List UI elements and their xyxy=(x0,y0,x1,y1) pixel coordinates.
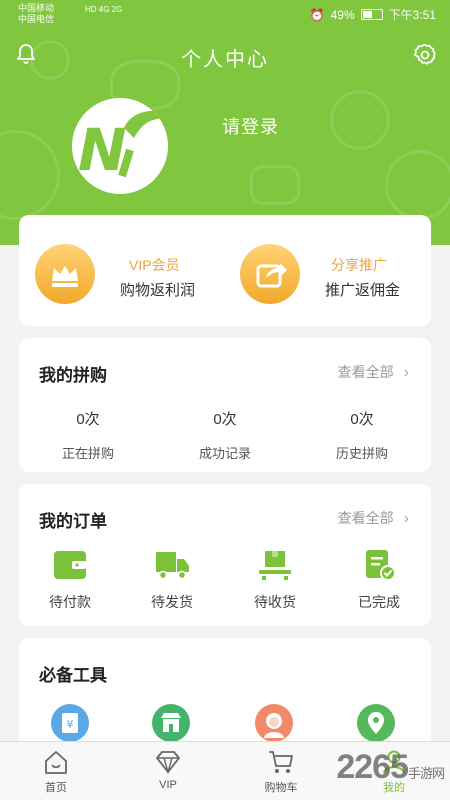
share-promote-title[interactable]: 分享推广 xyxy=(331,255,387,275)
tool-yen-card[interactable]: ¥ xyxy=(51,704,89,742)
tool-store[interactable] xyxy=(152,704,190,742)
battery-icon xyxy=(360,9,383,20)
tool-location[interactable] xyxy=(357,704,395,742)
tab-vip[interactable]: VIP xyxy=(128,748,208,791)
tab-home[interactable]: 首页 xyxy=(16,748,96,795)
vip-crown-button[interactable] xyxy=(35,244,95,304)
home-icon xyxy=(45,751,67,774)
order-completed[interactable]: 已完成 xyxy=(339,548,419,612)
share-promote-subtitle: 推广返佣金 xyxy=(325,282,401,299)
carrier-info: 中国移动 中国电信 xyxy=(18,3,54,25)
group-buy-card: 我的拼购 查看全部 › 0次 正在拼购 0次 成功记录 0次 历史拼购 xyxy=(19,338,431,472)
avatar[interactable]: N xyxy=(72,98,168,194)
orders-card: 我的订单 查看全部 › 待付款 待发货 待收货 已完成 xyxy=(19,484,431,626)
group-buy-title: 我的拼购 xyxy=(39,366,107,385)
title-bar: 个人中心 xyxy=(0,40,450,71)
share-icon xyxy=(256,263,287,288)
crown-icon xyxy=(52,266,78,287)
network-indicator: HD 4G 2G xyxy=(85,5,123,14)
yen-card-icon: ¥ xyxy=(62,713,78,733)
orders-title: 我的订单 xyxy=(39,512,107,531)
vip-card: VIP会员 购物返利润 分享推广 推广返佣金 xyxy=(19,215,431,326)
app-logo-icon: N xyxy=(78,110,168,184)
store-icon xyxy=(161,713,181,732)
vip-member-subtitle: 购物返利润 xyxy=(120,282,196,299)
location-pin-icon xyxy=(368,712,384,734)
order-pending-payment[interactable]: 待付款 xyxy=(30,548,110,612)
cart-icon xyxy=(269,751,293,773)
svg-text:¥: ¥ xyxy=(67,718,74,731)
site-watermark: 2265手游网 xyxy=(336,748,445,786)
service-avatar-icon xyxy=(264,713,284,738)
status-bar: 中国移动 中国电信 HD 4G 2G ⏰ 49% 下午3:51 xyxy=(0,0,450,28)
battery-percent: 49% xyxy=(330,7,355,22)
gear-icon[interactable] xyxy=(412,42,438,68)
group-buy-stat-history[interactable]: 0次 历史拼购 xyxy=(312,408,412,462)
order-pending-shipment[interactable]: 待发货 xyxy=(132,548,212,612)
tool-service[interactable] xyxy=(255,704,293,742)
tools-card: 必备工具 ¥ xyxy=(19,638,431,758)
group-buy-stat-success[interactable]: 0次 成功记录 xyxy=(175,408,275,462)
vip-member-title[interactable]: VIP会员 xyxy=(129,255,180,275)
diamond-icon xyxy=(156,751,180,775)
order-pending-receipt[interactable]: 待收货 xyxy=(235,548,315,612)
clock-time: 下午3:51 xyxy=(388,8,436,22)
login-link[interactable]: 请登录 xyxy=(222,113,279,139)
completed-icon xyxy=(366,550,396,581)
truck-icon xyxy=(156,552,189,580)
orders-see-all[interactable]: 查看全部 › xyxy=(338,508,409,528)
tab-cart[interactable]: 购物车 xyxy=(241,748,321,795)
chevron-right-icon: › xyxy=(403,364,409,381)
tools-title: 必备工具 xyxy=(39,666,107,685)
wallet-icon xyxy=(54,551,86,579)
carrier-2: 中国电信 xyxy=(18,14,55,24)
page-title: 个人中心 xyxy=(181,49,269,71)
group-buy-see-all[interactable]: 查看全部 › xyxy=(338,362,409,382)
alarm-icon: ⏰ xyxy=(309,7,325,22)
carrier-1: 中国移动 xyxy=(18,3,55,13)
chevron-right-icon: › xyxy=(403,510,409,527)
group-buy-stat-in-progress[interactable]: 0次 正在拼购 xyxy=(38,408,138,462)
share-promote-button[interactable] xyxy=(240,244,300,304)
package-icon xyxy=(259,551,291,580)
